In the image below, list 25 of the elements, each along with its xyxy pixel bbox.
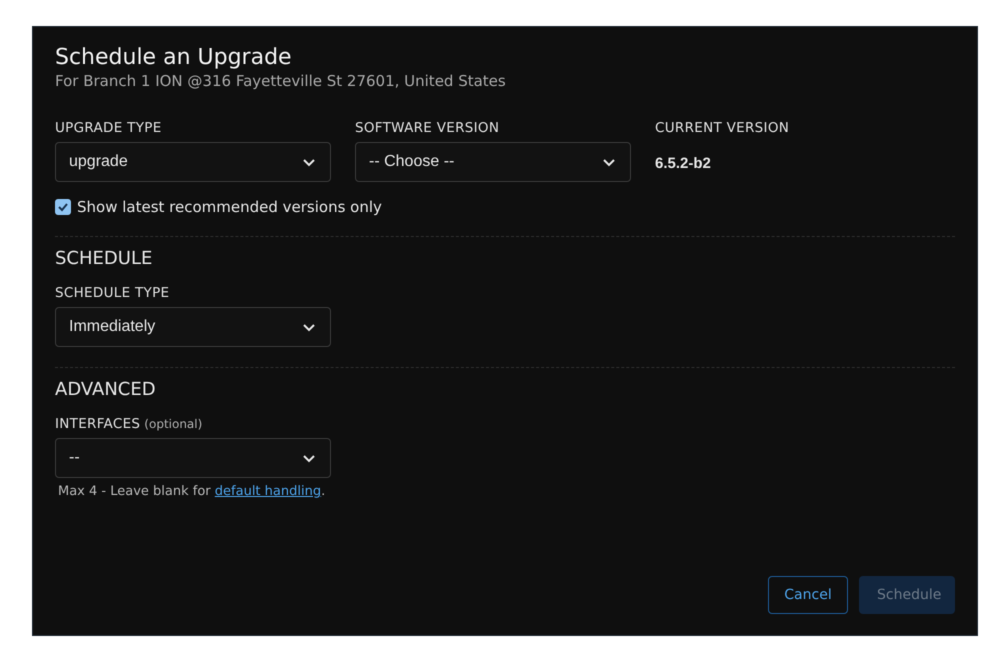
section-heading: ADVANCED [55, 379, 157, 400]
checkbox[interactable] [55, 199, 71, 215]
default-handling-link[interactable]: default handling [214, 484, 322, 499]
field-label: SCHEDULE TYPE [55, 285, 170, 301]
dropdown-field[interactable]: -- [55, 438, 331, 478]
dialog-subtitle: For Branch 1 ION @316 Fayetteville St 27601, United States [55, 72, 507, 90]
chevron-down-icon [302, 322, 316, 332]
current-version: 6.5.2-b2 [655, 155, 712, 172]
optional-note: (optional) [144, 417, 202, 431]
dropdown-field[interactable]: -- Choose -- [355, 142, 631, 182]
field-label: INTERFACES [55, 416, 140, 432]
dropdown-field[interactable]: Immediately [55, 307, 331, 347]
field-label: SOFTWARE VERSION [355, 120, 500, 136]
dropdown-field[interactable]: upgrade [55, 142, 331, 182]
chevron-down-icon [602, 158, 616, 166]
checkmark-icon [57, 201, 69, 213]
field-label: CURRENT VERSION [655, 120, 790, 136]
cancel-button[interactable]: Cancel [768, 576, 848, 614]
hint-text: Max 4 - Leave blank for default handling. [57, 484, 326, 499]
dialog-title: Schedule an Upgrade [55, 45, 293, 70]
checkbox-label: Show latest recommended versions only [77, 198, 382, 216]
section-heading: SCHEDULE [55, 248, 154, 269]
chevron-down-icon [302, 454, 316, 462]
chevron-down-icon [302, 158, 316, 166]
field-label: UPGRADE TYPE [55, 120, 163, 136]
